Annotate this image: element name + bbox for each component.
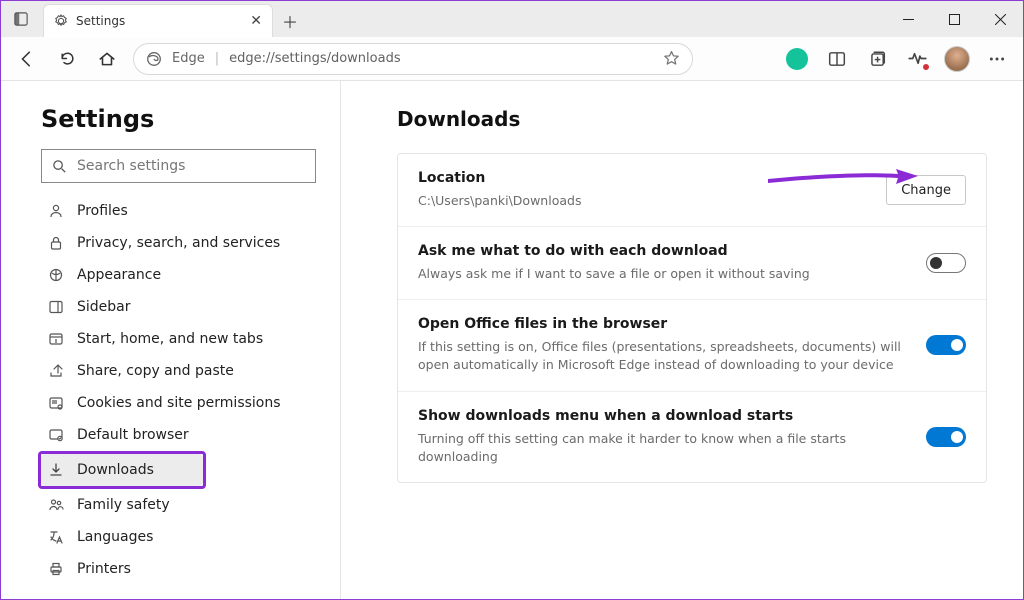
nav-label: Privacy, search, and services — [77, 235, 280, 251]
lock-icon — [47, 235, 65, 251]
nav-label: Share, copy and paste — [77, 363, 234, 379]
nav-profiles[interactable]: Profiles — [41, 195, 326, 227]
nav-label: Family safety — [77, 497, 170, 513]
printer-icon — [47, 561, 65, 577]
favorite-star-icon[interactable] — [663, 50, 680, 67]
nav-label: Start, home, and new tabs — [77, 331, 263, 347]
profile-icon — [47, 203, 65, 219]
showmenu-row: Show downloads menu when a download star… — [398, 392, 986, 482]
health-icon[interactable] — [899, 41, 935, 77]
gear-icon — [54, 14, 68, 28]
nav-cookies[interactable]: Cookies and site permissions — [41, 387, 326, 419]
nav-downloads[interactable]: Downloads — [41, 454, 203, 486]
share-icon — [47, 363, 65, 379]
tab-actions-button[interactable] — [1, 1, 41, 37]
tab-icon — [47, 331, 65, 347]
collections-icon[interactable] — [859, 41, 895, 77]
showmenu-toggle[interactable] — [926, 427, 966, 447]
search-settings-box[interactable] — [41, 149, 316, 183]
window-controls — [885, 1, 1023, 37]
ask-toggle[interactable] — [926, 253, 966, 273]
download-icon — [47, 462, 65, 478]
browser-icon — [47, 427, 65, 443]
app-window: Settings ✕ ＋ Edge | edge://settings/down… — [0, 0, 1024, 600]
settings-nav-list: Profiles Privacy, search, and services A… — [41, 195, 326, 585]
back-button[interactable] — [9, 41, 45, 77]
settings-sidebar: Settings Profiles Privacy, search, and s… — [1, 81, 341, 599]
highlight-annotation: Downloads — [38, 451, 206, 489]
profile-avatar[interactable] — [939, 41, 975, 77]
toolbar: Edge | edge://settings/downloads — [1, 37, 1023, 81]
ask-sub: Always ask me if I want to save a file o… — [418, 265, 810, 283]
close-window-button[interactable] — [977, 1, 1023, 37]
nav-privacy[interactable]: Privacy, search, and services — [41, 227, 326, 259]
pipe-divider: | — [215, 51, 219, 66]
nav-label: Downloads — [77, 462, 154, 478]
location-path: C:\Users\panki\Downloads — [418, 192, 581, 210]
language-icon — [47, 529, 65, 545]
home-button[interactable] — [89, 41, 125, 77]
search-settings-input[interactable] — [77, 158, 305, 174]
refresh-button[interactable] — [49, 41, 85, 77]
nav-label: Printers — [77, 561, 131, 577]
nav-languages[interactable]: Languages — [41, 521, 326, 553]
settings-main-panel: Downloads Location C:\Users\panki\Downlo… — [341, 81, 1023, 599]
nav-appearance[interactable]: Appearance — [41, 259, 326, 291]
address-bar[interactable]: Edge | edge://settings/downloads — [133, 43, 693, 75]
nav-family[interactable]: Family safety — [41, 489, 326, 521]
appearance-icon — [47, 267, 65, 283]
search-icon — [52, 159, 67, 174]
page-content: Settings Profiles Privacy, search, and s… — [1, 81, 1023, 599]
location-title: Location — [418, 170, 581, 186]
nav-label: Cookies and site permissions — [77, 395, 281, 411]
grammarly-extension-icon[interactable] — [779, 41, 815, 77]
ask-row: Ask me what to do with each download Alw… — [398, 227, 986, 300]
edge-icon — [146, 51, 162, 67]
nav-label: Sidebar — [77, 299, 131, 315]
sidebar-title: Settings — [41, 105, 326, 133]
titlebar: Settings ✕ ＋ — [1, 1, 1023, 37]
office-title: Open Office files in the browser — [418, 316, 906, 332]
more-menu-button[interactable] — [979, 41, 1015, 77]
nav-default-browser[interactable]: Default browser — [41, 419, 326, 451]
family-icon — [47, 497, 65, 513]
change-location-button[interactable]: Change — [886, 175, 966, 205]
showmenu-sub: Turning off this setting can make it har… — [418, 430, 906, 466]
close-tab-button[interactable]: ✕ — [250, 13, 262, 29]
office-toggle[interactable] — [926, 335, 966, 355]
page-heading: Downloads — [397, 107, 987, 131]
address-bar-url: edge://settings/downloads — [229, 51, 401, 66]
tab-title: Settings — [76, 14, 125, 28]
nav-share[interactable]: Share, copy and paste — [41, 355, 326, 387]
maximize-button[interactable] — [931, 1, 977, 37]
address-bar-scheme: Edge — [172, 51, 205, 66]
browser-tab-settings[interactable]: Settings ✕ — [43, 4, 273, 37]
downloads-settings-card: Location C:\Users\panki\Downloads Change… — [397, 153, 987, 483]
nav-label: Profiles — [77, 203, 128, 219]
split-screen-icon[interactable] — [819, 41, 855, 77]
ask-title: Ask me what to do with each download — [418, 243, 810, 259]
nav-label: Languages — [77, 529, 153, 545]
showmenu-title: Show downloads menu when a download star… — [418, 408, 906, 424]
nav-label: Appearance — [77, 267, 161, 283]
nav-sidebar[interactable]: Sidebar — [41, 291, 326, 323]
sidebar-icon — [47, 299, 65, 315]
location-row: Location C:\Users\panki\Downloads Change — [398, 154, 986, 227]
nav-start-home[interactable]: Start, home, and new tabs — [41, 323, 326, 355]
cookies-icon — [47, 395, 65, 411]
office-sub: If this setting is on, Office files (pre… — [418, 338, 906, 374]
nav-label: Default browser — [77, 427, 189, 443]
office-row: Open Office files in the browser If this… — [398, 300, 986, 391]
minimize-button[interactable] — [885, 1, 931, 37]
new-tab-button[interactable]: ＋ — [273, 4, 307, 37]
nav-printers[interactable]: Printers — [41, 553, 326, 585]
